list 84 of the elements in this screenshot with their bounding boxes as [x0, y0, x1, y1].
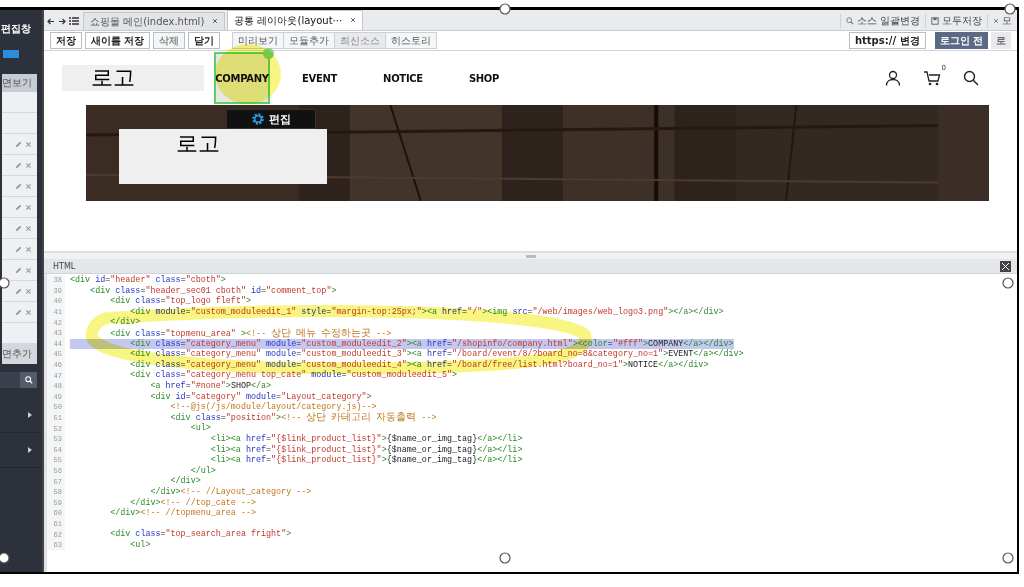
- resize-handle[interactable]: [1002, 552, 1014, 564]
- cart-icon[interactable]: [923, 70, 941, 86]
- code-line: </div><!-- //Layout_category -->: [149, 486, 312, 498]
- highlighter-mark: [215, 44, 281, 104]
- gear-icon: [251, 112, 265, 126]
- login-tab[interactable]: 로: [991, 32, 1011, 49]
- status-tag: [3, 50, 19, 58]
- list-icon[interactable]: [69, 17, 79, 25]
- user-icon[interactable]: [885, 70, 901, 86]
- code-line: <div module="custom_moduleedit_1" style="margin-top:25px;"><a href="/"><img src="/web/images/web_logo3.png"></a></div>: [129, 306, 724, 317]
- top-action-button[interactable]: 모두저장: [925, 14, 987, 28]
- pencil-icon[interactable]: [15, 224, 22, 232]
- toolbar-button[interactable]: 새이름 저장: [85, 32, 151, 49]
- pencil-icon[interactable]: [15, 182, 22, 190]
- toolbar-button[interactable]: 모듈추가: [283, 32, 336, 49]
- code-line: </div>: [169, 476, 201, 487]
- sidebar-title: 편집창: [0, 22, 32, 36]
- code-line: </ul>: [189, 465, 216, 476]
- code-line: </div>: [109, 317, 141, 328]
- edit-button[interactable]: 편집: [226, 109, 316, 129]
- login-tab[interactable]: 로그인 전: [934, 32, 988, 49]
- code-line: </div><!-- //top_cate -->: [129, 497, 256, 508]
- code-line: <!--@js(/js/module/layout/category.js)-->: [169, 402, 377, 413]
- chevron-right-icon[interactable]: [28, 412, 32, 418]
- pencil-icon[interactable]: [15, 245, 22, 253]
- resize-handle[interactable]: [499, 552, 511, 564]
- search-field[interactable]: [0, 372, 20, 388]
- toolbar-button[interactable]: 저장: [50, 32, 82, 49]
- menu-link[interactable]: EVENT: [302, 72, 338, 84]
- search-icon[interactable]: [963, 70, 979, 86]
- resize-handle[interactable]: [499, 3, 511, 15]
- back-icon[interactable]: [47, 17, 55, 25]
- toolbar-button[interactable]: 히스토리: [385, 32, 438, 49]
- tab-label: 공통 레이아웃(layout···: [234, 13, 343, 28]
- forward-icon[interactable]: [58, 17, 66, 25]
- resize-handle[interactable]: [0, 277, 10, 289]
- file-tab[interactable]: 쇼핑몰 메인(index.html): [83, 12, 226, 30]
- top-action-button[interactable]: 소스 일괄변경: [839, 14, 925, 28]
- code-line: <ul>: [189, 423, 211, 434]
- pencil-icon[interactable]: [15, 161, 22, 169]
- view-label[interactable]: 면보기: [2, 74, 37, 92]
- code-line: <ul>: [129, 539, 151, 551]
- resize-handle[interactable]: [1004, 3, 1016, 15]
- code-line: <div class="top_search_area fright">: [109, 529, 292, 540]
- resize-handle[interactable]: [1002, 277, 1014, 289]
- search-button[interactable]: [20, 372, 37, 388]
- banner-logo[interactable]: 로고: [119, 129, 327, 184]
- code-line: <div class="position"><!-- 상단 카테고리 자동출력 -->: [169, 412, 437, 424]
- code-line: <a href="#none">SHOP</a>: [149, 381, 272, 392]
- code-line: <div id="category" module="Layout_category">: [149, 391, 372, 402]
- pencil-icon[interactable]: [15, 203, 22, 211]
- code-line: <div class="category_menu top_cate" module="custom_moduleedit_5">: [129, 370, 458, 381]
- code-line: <li><a href="{$link_product_list}">{$name_or_img_tag}</a></li>: [209, 455, 523, 466]
- https-button[interactable]: https:// 변경: [848, 32, 926, 49]
- save-icon: [931, 17, 939, 25]
- expand-icon: [1002, 262, 1009, 270]
- pencil-icon[interactable]: [15, 266, 22, 274]
- code-line: <div class="header_sec01 cboth" id="comment_top">: [89, 285, 337, 296]
- chevron-right-icon[interactable]: [28, 447, 32, 453]
- close-icon[interactable]: [350, 17, 357, 23]
- resize-handle[interactable]: [0, 552, 10, 564]
- expand-button[interactable]: [1000, 260, 1011, 272]
- tab-label: 쇼핑몰 메인(index.html): [90, 14, 205, 29]
- code-line: <div class="topmenu_area" ><!-- 상단 메뉴 수정하는곳 -->: [109, 327, 392, 339]
- code-line: <li><a href="{$link_product_list}">{$name_or_img_tag}</a></li>: [209, 444, 523, 455]
- pencil-icon[interactable]: [15, 287, 22, 295]
- close-icon[interactable]: [993, 18, 999, 24]
- close-icon[interactable]: [212, 18, 219, 24]
- code-line: <li><a href="{$link_product_list}">{$name_or_img_tag}</a></li>: [209, 434, 523, 445]
- code-line: <div class="top_logo fleft">: [109, 296, 251, 307]
- logo[interactable]: 로고: [62, 65, 204, 91]
- code-line: <div id="header" class="cboth">: [70, 275, 226, 286]
- pencil-icon[interactable]: [15, 308, 22, 316]
- search-icon: [24, 376, 33, 384]
- pencil-icon[interactable]: [15, 140, 22, 148]
- add-button[interactable]: 면추가: [2, 344, 37, 364]
- toolbar-button[interactable]: 닫기: [188, 32, 221, 49]
- file-tab[interactable]: 공통 레이아웃(layout···: [227, 10, 364, 30]
- code-line: </div><!-- //topmenu_area -->: [109, 508, 256, 519]
- search-icon: [845, 17, 854, 25]
- menu-link[interactable]: NOTICE: [383, 72, 423, 84]
- panel-title: HTML: [53, 261, 76, 271]
- grip-icon[interactable]: [525, 254, 536, 258]
- menu-link[interactable]: SHOP: [468, 72, 500, 84]
